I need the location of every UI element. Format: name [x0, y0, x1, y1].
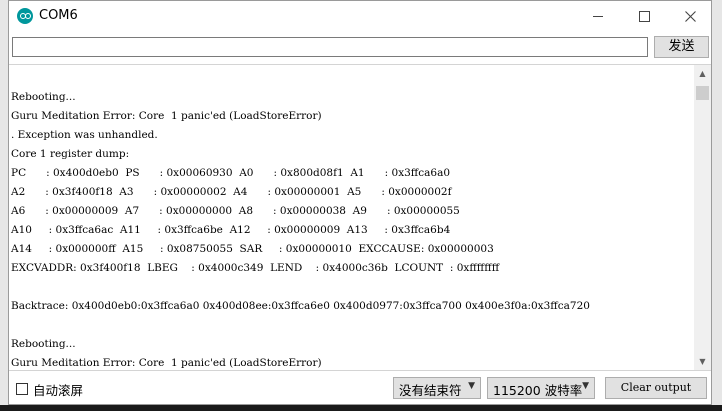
baud-rate-select[interactable]: 115200 波特率 ▼ [487, 377, 595, 399]
log-line: Rebooting... [11, 91, 76, 103]
chevron-down-icon: ▼ [582, 381, 589, 391]
arduino-icon [17, 8, 33, 24]
scrollbar-thumb[interactable] [696, 86, 709, 100]
autoscroll-checkbox[interactable] [16, 383, 28, 395]
log-line: Backtrace: 0x400d0eb0:0x3ffca6a0 0x400d0… [11, 300, 590, 312]
log-line: A2 : 0x3f400f18 A3 : 0x00000002 A4 : 0x0… [11, 186, 452, 198]
serial-monitor-window: COM6 发送 Rebooting... Guru Meditation Erro… [8, 0, 712, 405]
autoscroll-label: 自动滚屏 [33, 383, 84, 398]
send-input[interactable] [12, 37, 648, 57]
minimize-icon [593, 15, 603, 17]
serial-log: Rebooting... Guru Meditation Error: Core … [11, 88, 691, 370]
log-line: EXCVADDR: 0x3f400f18 LBEG : 0x4000c349 L… [11, 262, 500, 274]
bottom-toolbar: 自动滚屏 没有结束符 ▼ 115200 波特率 ▼ Clear output [9, 373, 711, 404]
vertical-scrollbar[interactable]: ▲ ▼ [694, 65, 711, 370]
background-window-edge-left [0, 0, 8, 411]
minimize-button[interactable] [575, 1, 621, 31]
chevron-down-icon: ▼ [468, 381, 475, 391]
log-line: PC : 0x400d0eb0 PS : 0x00060930 A0 : 0x8… [11, 167, 451, 179]
clear-output-button[interactable]: Clear output [605, 377, 707, 399]
close-button[interactable] [667, 1, 713, 31]
background-window-edge-right [712, 0, 722, 411]
scroll-up-arrow-icon[interactable]: ▲ [694, 65, 711, 82]
log-line: Guru Meditation Error: Core 1 panic'ed (… [11, 110, 322, 122]
log-line: A14 : 0x000000ff A15 : 0x08750055 SAR : … [11, 243, 494, 255]
title-bar[interactable]: COM6 [9, 1, 711, 31]
log-line: A6 : 0x00000009 A7 : 0x00000000 A8 : 0x0… [11, 205, 460, 217]
log-line: Core 1 register dump: [11, 148, 130, 160]
log-line: A10 : 0x3ffca6ac A11 : 0x3ffca6be A12 : … [11, 224, 451, 236]
line-ending-value: 没有结束符 [399, 383, 462, 398]
window-title: COM6 [39, 8, 78, 23]
send-button[interactable]: 发送 [654, 36, 709, 58]
maximize-icon [638, 10, 650, 22]
close-icon [684, 10, 696, 22]
log-line: Guru Meditation Error: Core 1 panic'ed (… [11, 357, 322, 369]
maximize-button[interactable] [621, 1, 667, 31]
send-row: 发送 [9, 34, 711, 62]
baud-rate-value: 115200 波特率 [493, 383, 583, 398]
log-line: . Exception was unhandled. [11, 129, 158, 141]
log-line: Rebooting... [11, 338, 76, 350]
line-ending-select[interactable]: 没有结束符 ▼ [393, 377, 481, 399]
scroll-down-arrow-icon[interactable]: ▼ [694, 353, 711, 370]
taskbar-edge [0, 405, 722, 411]
serial-output-area[interactable]: Rebooting... Guru Meditation Error: Core … [9, 64, 711, 371]
